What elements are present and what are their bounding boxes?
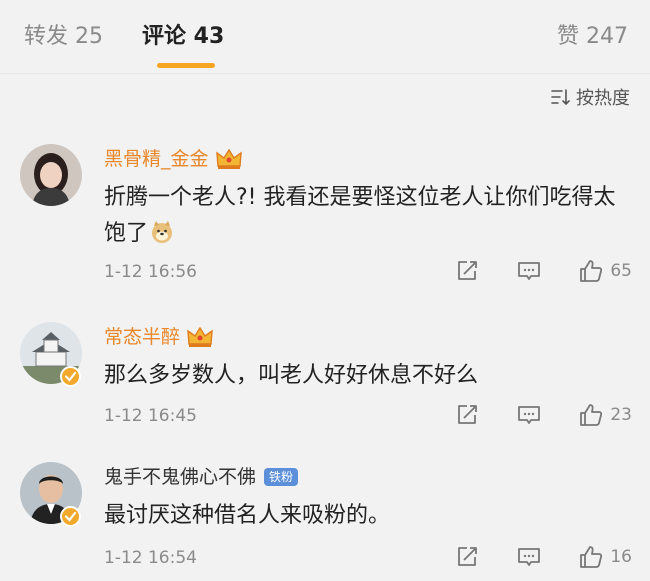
- thumbs-up-icon: [580, 546, 603, 568]
- verified-badge: [60, 506, 81, 527]
- comment-author[interactable]: 黑骨精_金金: [104, 146, 243, 172]
- share-icon: [458, 405, 478, 424]
- sort-icon: [551, 89, 570, 106]
- comment-text: 折腾一个老人?! 我看还是要怪这位老人让你们吃得太饱了: [104, 185, 616, 246]
- comment-item: 常态半醉 那么多岁数人，叫老人好好休息不好么 1-12 16:45 23: [0, 318, 650, 438]
- like-count: 65: [610, 261, 632, 281]
- comment-author[interactable]: 鬼手不鬼佛心不佛 铁粉: [104, 464, 299, 490]
- reply-button[interactable]: [516, 258, 542, 284]
- verified-check-icon: [64, 511, 77, 522]
- reply-button[interactable]: [516, 544, 542, 570]
- comment-item: 鬼手不鬼佛心不佛 铁粉 最讨厌这种借名人来吸粉的。 1-12 16:54 16: [0, 458, 650, 581]
- comment-time: 1-12 16:56: [104, 262, 197, 282]
- like-button[interactable]: 16: [578, 544, 632, 570]
- avatar[interactable]: [20, 144, 82, 206]
- share-button[interactable]: [454, 258, 480, 284]
- active-tab-indicator: [157, 63, 215, 68]
- like-button[interactable]: 65: [578, 258, 632, 284]
- comment-actions: 65: [454, 258, 632, 284]
- share-button[interactable]: [454, 402, 480, 428]
- thumbs-up-icon: [580, 404, 603, 426]
- tab-bar: 转发 25 评论 43 赞 247: [0, 0, 650, 74]
- author-name: 黑骨精_金金: [104, 148, 209, 170]
- like-count: 16: [610, 547, 632, 567]
- share-icon: [458, 547, 478, 566]
- verified-badge: [60, 366, 81, 387]
- share-icon: [458, 261, 478, 280]
- doge-emoji-icon: [152, 221, 173, 243]
- author-name: 鬼手不鬼佛心不佛: [104, 466, 257, 488]
- verified-check-icon: [64, 371, 77, 382]
- like-button[interactable]: 23: [578, 402, 632, 428]
- comment-icon: [518, 406, 541, 424]
- vip-crown-icon: [187, 326, 213, 347]
- fan-badge: 铁粉: [264, 468, 299, 486]
- comment-item: 黑骨精_金金 折腾一个老人?! 我看还是要怪这位老人让你们吃得太饱了 1-12 …: [0, 140, 650, 306]
- sort-label: 按热度: [576, 88, 630, 109]
- comment-text: 那么多岁数人，叫老人好好休息不好么: [104, 363, 479, 388]
- comment-text: 最讨厌这种借名人来吸粉的。: [104, 503, 391, 528]
- comment-time: 1-12 16:45: [104, 406, 197, 426]
- sort-toggle[interactable]: 按热度: [550, 85, 630, 109]
- reply-button[interactable]: [516, 402, 542, 428]
- comment-icon: [518, 262, 541, 280]
- tab-repost[interactable]: 转发 25: [24, 22, 103, 52]
- comment-actions: 16: [454, 544, 632, 570]
- thumbs-up-icon: [580, 260, 603, 282]
- share-button[interactable]: [454, 544, 480, 570]
- vip-crown-icon: [215, 148, 242, 169]
- like-count: 23: [610, 405, 632, 425]
- comment-icon: [518, 548, 541, 566]
- author-name: 常态半醉: [104, 326, 181, 348]
- tab-likes[interactable]: 赞 247: [557, 22, 628, 52]
- comment-actions: 23: [454, 402, 632, 428]
- tab-comments[interactable]: 评论 43: [142, 22, 224, 52]
- comment-time: 1-12 16:54: [104, 548, 197, 568]
- comment-author[interactable]: 常态半醉: [104, 324, 214, 350]
